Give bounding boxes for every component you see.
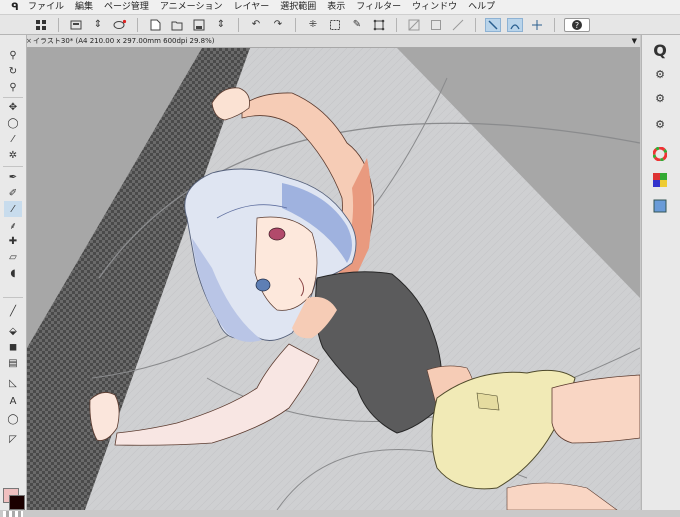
pen-icon[interactable]: ✒ [4, 169, 22, 185]
save-icon[interactable] [68, 18, 84, 32]
zoom-icon[interactable]: ⚲ [4, 47, 22, 63]
menu-selection[interactable]: 選択範囲 [280, 0, 316, 14]
canvas-area[interactable] [27, 48, 640, 510]
correct-line-icon[interactable]: ◸ [4, 431, 22, 447]
menu-help[interactable]: ヘルプ [468, 0, 495, 14]
color-wheel-icon[interactable] [651, 145, 669, 163]
gradient-icon[interactable]: ◼ [4, 339, 22, 355]
transform-icon[interactable]: ⁜ [305, 18, 321, 32]
hand-icon[interactable]: ⚲ [4, 79, 22, 95]
decoration-icon[interactable]: ✚ [4, 233, 22, 249]
menu-layer[interactable]: レイヤー [234, 0, 270, 14]
undo-icon[interactable]: ↶ [248, 18, 264, 32]
lasso-icon[interactable]: ◯ [4, 115, 22, 131]
menu-view[interactable]: 表示 [327, 0, 345, 14]
eraser-icon[interactable]: ▱ [4, 249, 22, 265]
text-icon[interactable]: A [4, 393, 22, 409]
brush-size-icon[interactable]: ⚙ [651, 115, 669, 133]
undo-redo-arrows-icon[interactable]: ⇕ [90, 18, 106, 32]
eyedropper-icon[interactable]: ⁄ [4, 131, 22, 147]
ruler-icon[interactable] [450, 18, 466, 32]
menu-edit[interactable]: 編集 [75, 0, 93, 14]
app-logo-icon[interactable]: ᑫ [8, 0, 22, 14]
brush-icon[interactable]: ⁄ [4, 201, 22, 217]
tool-property-icon[interactable]: ⚙ [651, 65, 669, 83]
menu-animation[interactable]: アニメーション [160, 0, 223, 14]
menu-file[interactable]: ファイル [28, 0, 64, 14]
move-icon[interactable]: ✥ [4, 99, 22, 115]
select-all-icon[interactable] [327, 18, 343, 32]
ruler-tool-icon[interactable]: ◺ [4, 375, 22, 391]
grid-icon[interactable] [33, 18, 49, 32]
transparent-color-swatch[interactable] [3, 511, 23, 517]
swirl-icon[interactable] [112, 18, 128, 32]
special-ruler-icon[interactable] [507, 17, 523, 32]
frame-icon[interactable] [428, 18, 444, 32]
menu-bar: ᑫ ファイル 編集 ページ管理 アニメーション レイヤー 選択範囲 表示 フィル… [0, 0, 680, 15]
sub-color-swatch[interactable] [9, 495, 25, 510]
pencil-icon[interactable]: ✐ [4, 185, 22, 201]
layer-arrows-icon[interactable]: ⇕ [213, 18, 229, 32]
redo-icon[interactable]: ↷ [270, 18, 286, 32]
airbrush-icon[interactable]: ⸙ [4, 217, 22, 233]
menu-page-management[interactable]: ページ管理 [104, 0, 149, 14]
selection-icon[interactable] [371, 18, 387, 32]
right-panel: Q ⚙ ⚙ ⚙ [641, 35, 680, 510]
open-icon[interactable] [169, 18, 185, 32]
svg-text:?: ? [575, 21, 579, 30]
color-set-icon[interactable] [651, 171, 669, 189]
snap-icon[interactable] [485, 17, 501, 32]
menu-filter[interactable]: フィルター [356, 0, 401, 14]
new-page-icon[interactable] [147, 18, 163, 32]
blend-icon[interactable]: ◖ [4, 265, 22, 281]
document-tab[interactable]: × イラスト30* (A4 210.00 x 297.00mm 600dpi 2… [26, 35, 640, 48]
pen-select-icon[interactable]: ✎ [349, 18, 365, 32]
canvas-artwork [27, 48, 640, 510]
slash-icon[interactable] [406, 18, 422, 32]
document-title: イラスト30* (A4 210.00 x 297.00mm 600dpi 29.… [33, 37, 215, 45]
line-icon[interactable]: ╱ [4, 303, 22, 319]
tool-palette: ⚲ ↻ ⚲ ✥ ◯ ⁄ ✲ ✒ ✐ ⁄ ⸙ ✚ ▱ ◖ ╱ ⬙ ◼ ▤ ◺ A … [0, 35, 27, 517]
quick-access-icon[interactable]: Q [651, 41, 669, 60]
tab-menu-icon[interactable]: ▼ [632, 35, 637, 47]
snap-grid-icon[interactable] [529, 18, 545, 32]
command-bar: ⇕ ⇕ ↶ ↷ ⁜ ✎ ? [0, 15, 680, 35]
rotate-icon[interactable]: ↻ [4, 63, 22, 79]
menu-window[interactable]: ウィンドウ [412, 0, 457, 14]
fill-icon[interactable]: ⬙ [4, 323, 22, 339]
save-file-icon[interactable] [191, 18, 207, 32]
sub-tool-icon[interactable]: ⚙ [651, 89, 669, 107]
star-icon[interactable]: ✲ [4, 147, 22, 163]
layer-icon[interactable] [651, 197, 669, 215]
frame-border-icon[interactable]: ▤ [4, 355, 22, 371]
balloon-icon[interactable]: ◯ [4, 411, 22, 427]
help-icon[interactable]: ? [564, 17, 590, 32]
